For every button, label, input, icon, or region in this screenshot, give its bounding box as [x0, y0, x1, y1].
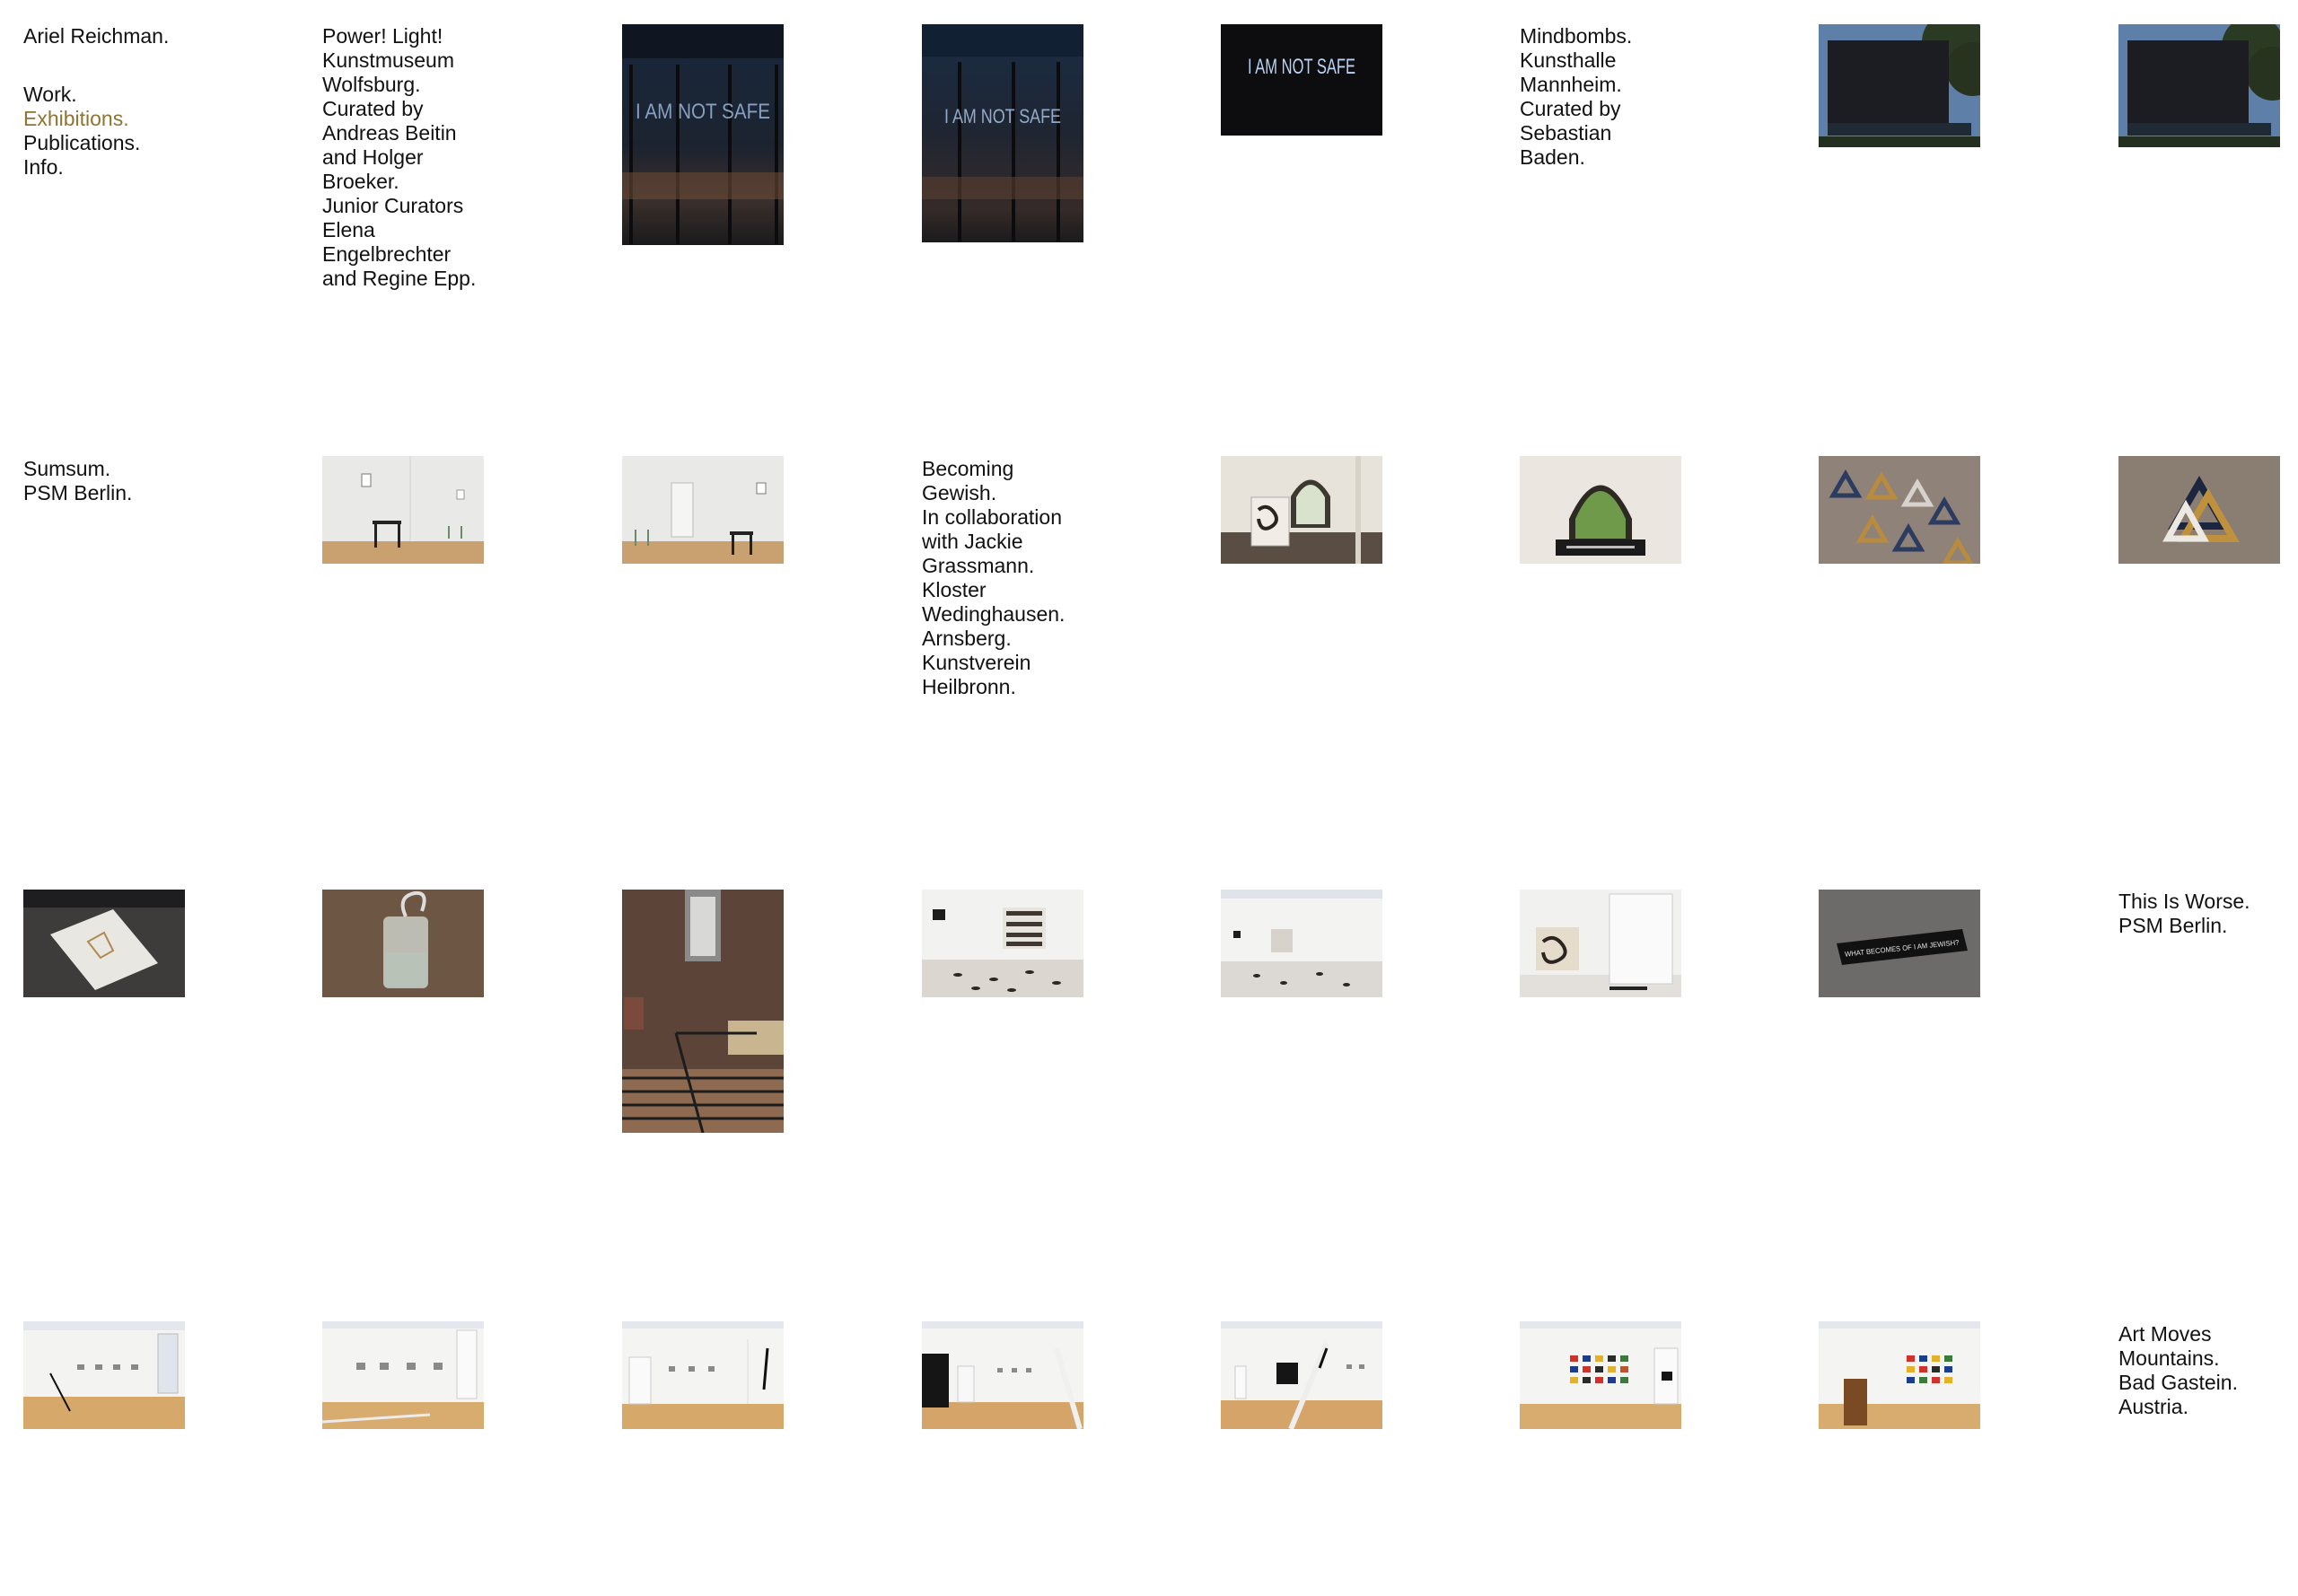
thumb-i-am-not-safe-neon[interactable]: I AM NOT SAFE	[1221, 24, 1382, 136]
exhibition-line: Wedinghausen.	[922, 602, 1066, 626]
exhibition-line: Andreas Beitin	[322, 121, 457, 145]
exhibition-line: Kunsthalle	[1520, 48, 1617, 72]
thumb-this-is-worse-room-3[interactable]	[622, 1321, 784, 1429]
page: Ariel Reichman. Work. Exhibitions. Publi…	[0, 0, 2298, 1596]
exhibition-sumsum-text[interactable]: Sumsum. PSM Berlin.	[23, 457, 132, 505]
exhibition-line: PSM Berlin.	[2118, 914, 2228, 937]
exhibition-line: Baden.	[1520, 145, 1585, 169]
exhibition-power-light-text[interactable]: Power! Light! Kunstmuseum Wolfsburg. Cur…	[322, 24, 476, 291]
exhibition-line: Kunstmuseum	[322, 48, 455, 72]
exhibition-line: Becoming	[922, 457, 1014, 480]
exhibition-line: This Is Worse.	[2118, 890, 2250, 913]
exhibition-line: Curated by	[1520, 97, 1621, 120]
nav-publications[interactable]: Publications.	[23, 131, 140, 155]
thumb-becoming-gewish-floor-sign[interactable]: WHAT BECOMES OF I AM JEWISH?	[1819, 890, 1980, 997]
exhibition-line: Kloster	[922, 578, 987, 601]
neon-text: I AM NOT SAFE	[1248, 55, 1355, 79]
thumb-this-is-worse-room-1[interactable]	[23, 1321, 185, 1429]
thumb-becoming-gewish-stars-2[interactable]	[2118, 456, 2280, 564]
exhibition-line: Mannheim.	[1520, 73, 1622, 96]
exhibition-art-moves-mountains-text[interactable]: Art Moves Mountains. Bad Gastein. Austri…	[2118, 1322, 2238, 1419]
nav-work[interactable]: Work.	[23, 83, 140, 107]
thumb-becoming-gewish-gallery-2[interactable]	[1221, 890, 1382, 997]
exhibition-mindbombs-text[interactable]: Mindbombs. Kunsthalle Mannheim. Curated …	[1520, 24, 1632, 170]
exhibition-line: In collaboration	[922, 505, 1062, 529]
exhibition-line: Engelbrechter	[322, 242, 452, 266]
exhibition-line: PSM Berlin.	[23, 481, 133, 504]
exhibition-line: Junior Curators	[322, 194, 464, 217]
exhibition-this-is-worse-text[interactable]: This Is Worse. PSM Berlin.	[2118, 890, 2250, 938]
exhibition-line: Mountains.	[2118, 1346, 2220, 1370]
exhibition-line: with Jackie	[922, 530, 1023, 553]
thumb-power-light-facade-2[interactable]: I AM NOT SAFE	[922, 24, 1083, 242]
thumb-becoming-gewish-cloister-2[interactable]	[1520, 456, 1681, 564]
exhibition-line: Art Moves	[2118, 1322, 2212, 1346]
exhibition-line: and Holger	[322, 145, 424, 169]
thumb-becoming-gewish-glass[interactable]	[322, 890, 484, 997]
exhibition-line: Curated by	[322, 97, 424, 120]
exhibition-becoming-gewish-text[interactable]: Becoming Gewish. In collaboration with J…	[922, 457, 1065, 699]
thumb-becoming-gewish-stairs[interactable]	[622, 890, 784, 1133]
neon-reflection-text: I AM NOT SAFE	[636, 100, 770, 124]
thumb-this-is-worse-room-6[interactable]	[1520, 1321, 1681, 1429]
exhibition-line: Arnsberg.	[922, 627, 1012, 650]
thumb-this-is-worse-room-5[interactable]	[1221, 1321, 1382, 1429]
nav-exhibitions[interactable]: Exhibitions.	[23, 107, 140, 131]
thumb-this-is-worse-room-7[interactable]	[1819, 1321, 1980, 1429]
exhibition-line: Austria.	[2118, 1395, 2188, 1418]
exhibition-line: Power! Light!	[322, 24, 443, 48]
neon-reflection-text: I AM NOT SAFE	[944, 105, 1061, 127]
main-nav: Work. Exhibitions. Publications. Info.	[23, 83, 140, 180]
exhibition-line: Kunstverein	[922, 651, 1031, 674]
thumb-this-is-worse-room-2[interactable]	[322, 1321, 484, 1429]
thumb-becoming-gewish-cloister-1[interactable]	[1221, 456, 1382, 564]
thumb-becoming-gewish-stars-1[interactable]	[1819, 456, 1980, 564]
thumb-becoming-gewish-gallery-1[interactable]	[922, 890, 1083, 997]
thumb-power-light-facade-1[interactable]: I AM NOT SAFE	[622, 24, 784, 245]
exhibition-line: Elena	[322, 218, 375, 241]
nav-info[interactable]: Info.	[23, 155, 140, 180]
exhibition-line: Wolfsburg.	[322, 73, 421, 96]
exhibition-line: Sebastian	[1520, 121, 1612, 145]
thumb-becoming-gewish-paper[interactable]	[23, 890, 185, 997]
thumb-becoming-gewish-gallery-3[interactable]	[1520, 890, 1681, 997]
exhibition-line: Broeker.	[322, 170, 399, 193]
exhibition-line: Mindbombs.	[1520, 24, 1633, 48]
thumb-sumsum-room-2[interactable]	[622, 456, 784, 564]
thumb-mindbombs-facade-2[interactable]	[2118, 24, 2280, 147]
thumb-this-is-worse-room-4[interactable]	[922, 1321, 1083, 1429]
site-title[interactable]: Ariel Reichman.	[23, 24, 169, 48]
thumb-sumsum-room-1[interactable]	[322, 456, 484, 564]
exhibition-line: Grassmann.	[922, 554, 1035, 577]
thumb-mindbombs-facade-1[interactable]	[1819, 24, 1980, 147]
exhibition-line: Heilbronn.	[922, 675, 1016, 698]
exhibition-line: and Regine Epp.	[322, 267, 477, 290]
exhibition-line: Bad Gastein.	[2118, 1371, 2238, 1394]
exhibition-line: Sumsum.	[23, 457, 111, 480]
exhibition-line: Gewish.	[922, 481, 997, 504]
